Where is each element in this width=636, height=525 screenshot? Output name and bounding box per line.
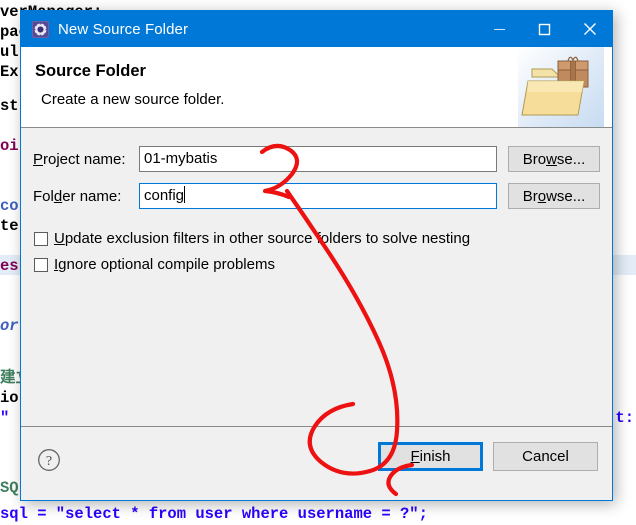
dialog-header: Source Folder Create a new source folder… (21, 47, 612, 128)
maximize-button[interactable] (522, 11, 567, 47)
editor-code-line: " (0, 409, 10, 427)
cancel-button[interactable]: Cancel (493, 442, 598, 471)
update-exclusion-filters-checkbox-row[interactable]: Update exclusion filters in other source… (34, 230, 470, 247)
editor-code-line: oi (0, 137, 19, 155)
editor-right-fragment: t: (615, 409, 634, 427)
folder-name-row: Folder name: config Br o wse... (33, 183, 600, 209)
page-title: Source Folder (35, 62, 146, 80)
finish-button[interactable]: Finish (378, 442, 483, 471)
footer-button-group: Finish Cancel (378, 442, 598, 471)
editor-code-line: Ex (0, 63, 19, 81)
project-name-input[interactable]: 01-mybatis (139, 146, 497, 172)
svg-text:?: ? (46, 454, 52, 469)
editor-code-line: es (0, 257, 19, 275)
folder-browse-button[interactable]: Br o wse... (508, 183, 600, 209)
page-subtitle: Create a new source folder. (41, 91, 225, 108)
folder-name-label: Folder name: (33, 187, 122, 205)
new-source-folder-dialog: New Source Folder Source Folder Create a… (20, 10, 613, 501)
folder-package-icon (518, 47, 604, 127)
update-exclusion-filters-checkbox[interactable] (34, 231, 48, 246)
project-name-row: Project name: 01-mybatis Bro w se... (33, 146, 600, 172)
cancel-button-label: Cancel (522, 448, 569, 465)
close-button[interactable] (567, 11, 612, 47)
screen: verManager;package ulExstoicoteesor建立io"… (0, 0, 636, 525)
editor-code-line: te (0, 217, 19, 235)
gear-icon (32, 20, 49, 38)
ignore-compile-problems-label: Ignore optional compile problems (54, 256, 275, 273)
dialog-titlebar[interactable]: New Source Folder (21, 11, 612, 47)
dialog-footer: ? Finish Cancel (21, 426, 612, 499)
help-icon[interactable]: ? (37, 448, 61, 472)
text-caret (184, 186, 186, 203)
editor-code-line: io (0, 389, 19, 407)
project-browse-button[interactable]: Bro w se... (508, 146, 600, 172)
window-controls (477, 11, 612, 47)
editor-code-line: ul (0, 43, 19, 61)
update-exclusion-filters-label: Update exclusion filters in other source… (54, 230, 471, 247)
editor-code-line: st (0, 97, 19, 115)
project-name-label: Project name: (33, 150, 126, 168)
folder-name-input[interactable]: config (139, 183, 497, 209)
minimize-button[interactable] (477, 11, 522, 47)
project-name-value: 01-mybatis (144, 150, 218, 167)
dialog-title: New Source Folder (58, 20, 189, 38)
editor-code-line: sql = "select * from user where username… (0, 505, 428, 523)
editor-code-line: SQ (0, 479, 19, 497)
editor-code-line: or (0, 317, 19, 335)
editor-code-line: co (0, 197, 19, 215)
ignore-compile-problems-checkbox-row[interactable]: Ignore optional compile problems (34, 256, 275, 273)
dialog-body: Project name: 01-mybatis Bro w se... Folde… (21, 128, 612, 426)
ignore-compile-problems-checkbox[interactable] (34, 257, 48, 272)
folder-name-value: config (144, 187, 185, 204)
